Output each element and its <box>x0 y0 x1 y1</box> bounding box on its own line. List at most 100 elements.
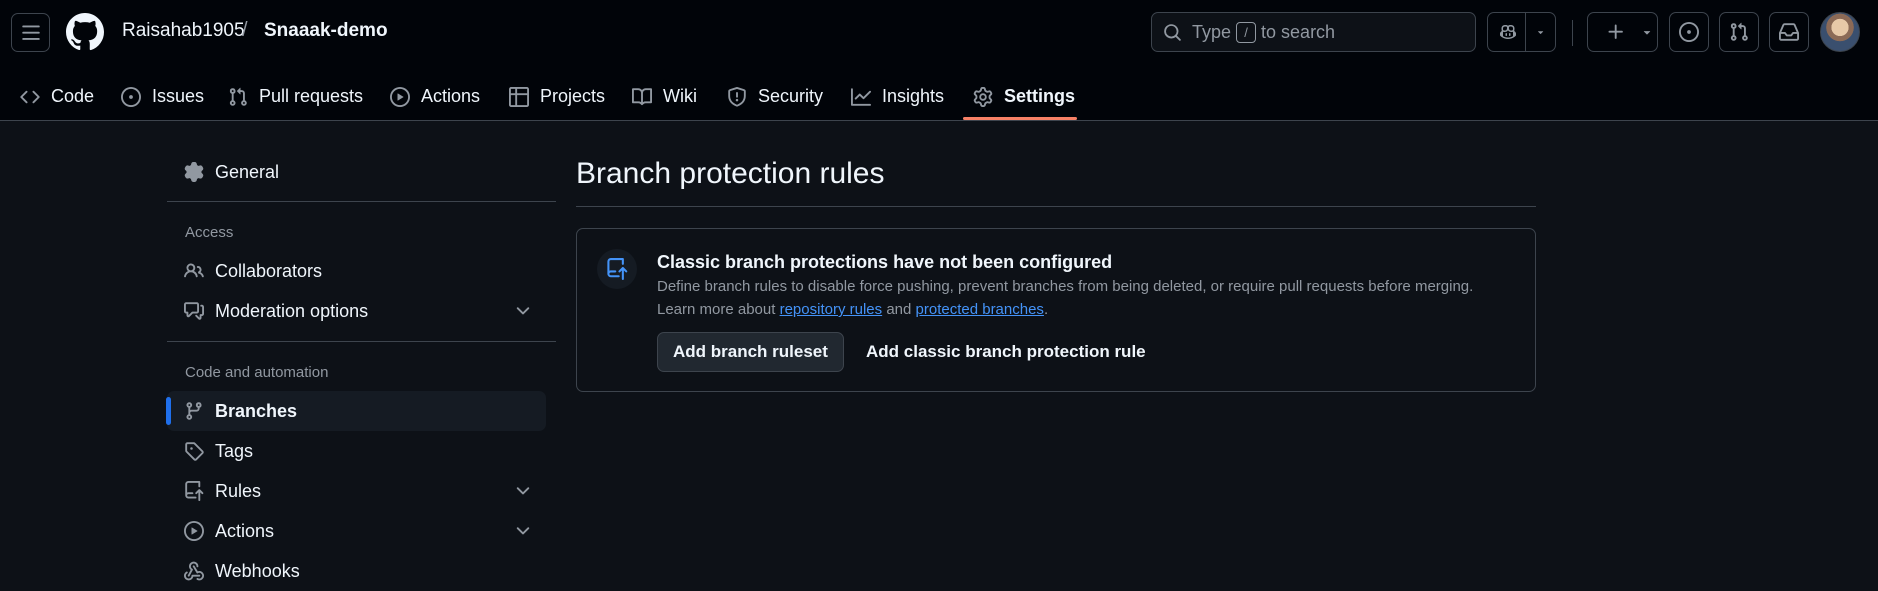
search-placeholder-prefix: Type <box>1192 21 1232 42</box>
play-icon <box>390 86 410 107</box>
tab-label: Pull requests <box>259 86 364 106</box>
search-placeholder: Type / to search <box>1192 21 1336 43</box>
sidebar-item-moderation-options[interactable]: Moderation options <box>167 291 546 331</box>
triangle-down-icon[interactable] <box>1535 25 1546 39</box>
copilot-split-button[interactable] <box>1487 12 1556 52</box>
search-input[interactable]: Type / to search <box>1151 12 1476 52</box>
sidebar-heading-access: Access <box>185 224 234 241</box>
tab-label: Insights <box>882 86 945 106</box>
card-learn-more: Learn more about repository rules and pr… <box>657 301 1048 318</box>
sidebar-item-label: Branches <box>215 400 298 421</box>
sidebar-item-actions[interactable]: Actions <box>167 511 546 551</box>
tab-insights[interactable]: Insights <box>851 72 944 121</box>
chevron-down-icon[interactable] <box>513 301 533 321</box>
sidebar-item-tags[interactable]: Tags <box>167 431 546 471</box>
gear-icon <box>184 162 204 182</box>
sidebar-item-label: Tags <box>215 440 254 461</box>
tab-pull-requests[interactable]: Pull requests <box>228 72 363 121</box>
git-pull-request-icon <box>228 87 248 107</box>
protected-branches-link[interactable]: protected branches <box>916 301 1044 318</box>
issue-opened-icon <box>121 86 141 107</box>
learn-more-prefix: Learn more about <box>657 301 776 318</box>
tab-label: Actions <box>421 86 481 106</box>
sidebar-item-general[interactable]: General <box>167 152 546 192</box>
learn-more-suffix: . <box>1043 301 1049 318</box>
code-icon <box>20 87 40 107</box>
title-divider <box>576 206 1536 207</box>
hamburger-icon <box>21 23 41 43</box>
search-shortcut-key: / <box>1236 21 1257 43</box>
git-pull-request-icon <box>1729 22 1749 42</box>
sidebar-divider <box>167 201 556 202</box>
breadcrumb-separator: / <box>242 19 248 41</box>
shield-icon <box>727 86 747 107</box>
people-icon <box>184 261 204 281</box>
sidebar-item-label: Moderation options <box>215 300 369 321</box>
sidebar-item-label: Collaborators <box>215 260 323 281</box>
sidebar-item-label: Actions <box>215 520 275 541</box>
tab-label: Settings <box>1004 86 1076 106</box>
triangle-down-icon <box>1640 25 1654 39</box>
copilot-icon <box>1500 22 1516 42</box>
graph-icon <box>851 87 871 107</box>
tag-icon <box>184 441 204 461</box>
sidebar-item-rules[interactable]: Rules <box>167 471 546 511</box>
tab-label: Issues <box>152 86 205 106</box>
card-title: Classic branch protections have not been… <box>657 252 1113 272</box>
tab-security[interactable]: Security <box>727 72 823 121</box>
sidebar-item-label: General <box>215 161 280 182</box>
split-divider <box>1525 13 1526 51</box>
tab-code[interactable]: Code <box>20 72 94 121</box>
your-pull-requests-button[interactable] <box>1719 12 1759 52</box>
play-icon <box>184 521 204 541</box>
sidebar-divider <box>167 341 556 342</box>
open-menu-button[interactable] <box>11 13 50 52</box>
card-description: Define branch rules to disable force pus… <box>657 278 1474 295</box>
tab-label: Projects <box>540 86 606 106</box>
sidebar-item-webhooks[interactable]: Webhooks <box>167 551 546 591</box>
add-branch-ruleset-button[interactable]: Add branch ruleset <box>657 332 844 372</box>
tab-actions[interactable]: Actions <box>390 72 480 121</box>
inbox-icon <box>1779 22 1799 42</box>
sidebar-item-collaborators[interactable]: Collaborators <box>167 251 546 291</box>
repo-push-icon <box>606 258 628 280</box>
add-classic-protection-rule-button[interactable]: Add classic branch protection rule <box>866 332 1146 372</box>
header-divider <box>1572 20 1573 46</box>
sidebar-item-branches[interactable]: Branches <box>167 391 546 431</box>
book-icon <box>632 87 652 107</box>
search-placeholder-suffix: to search <box>1261 21 1336 42</box>
user-avatar[interactable] <box>1820 12 1860 52</box>
selected-indicator <box>166 397 171 425</box>
sidebar-item-label: Rules <box>215 480 262 501</box>
tab-settings[interactable]: Settings <box>973 72 1075 121</box>
gear-icon <box>973 86 993 107</box>
tab-wiki[interactable]: Wiki <box>632 72 697 121</box>
tab-projects[interactable]: Projects <box>509 72 605 121</box>
plus-icon <box>1606 22 1626 42</box>
chevron-down-icon[interactable] <box>513 481 533 501</box>
github-logo-icon[interactable] <box>66 13 104 51</box>
page-title: Branch protection rules <box>576 157 885 190</box>
sidebar-item-label: Webhooks <box>215 560 300 581</box>
breadcrumb-owner-link[interactable]: Raisahab1905 <box>122 20 245 42</box>
tab-label: Code <box>51 86 95 106</box>
learn-more-and: and <box>886 301 912 318</box>
repo-push-icon <box>184 481 204 501</box>
webhook-icon <box>184 561 204 581</box>
create-new-button[interactable] <box>1587 12 1658 52</box>
tab-label: Security <box>758 86 824 106</box>
search-icon <box>1163 23 1182 42</box>
your-issues-button[interactable] <box>1669 12 1709 52</box>
tab-issues[interactable]: Issues <box>121 72 204 121</box>
issue-opened-icon <box>1679 22 1699 42</box>
blankslate-card: Classic branch protections have not been… <box>576 228 1536 392</box>
chevron-down-icon[interactable] <box>513 521 533 541</box>
active-tab-underline <box>963 117 1077 120</box>
tab-label: Wiki <box>663 86 697 106</box>
git-branch-icon <box>184 401 204 421</box>
repository-rules-link[interactable]: repository rules <box>780 301 883 318</box>
comment-discussion-icon <box>184 301 204 321</box>
breadcrumb-repo-link[interactable]: Snaaak-demo <box>264 20 388 42</box>
sidebar-heading-code-automation: Code and automation <box>185 364 329 381</box>
inbox-button[interactable] <box>1769 12 1809 52</box>
